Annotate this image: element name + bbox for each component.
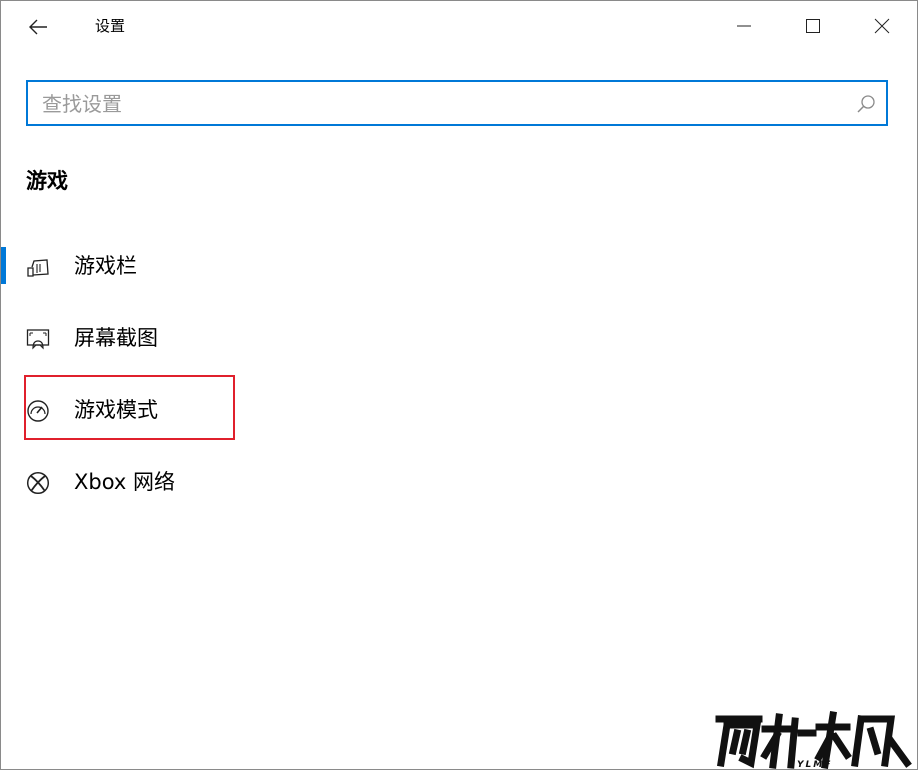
search-icon[interactable] bbox=[856, 94, 876, 114]
section-title: 游戏 bbox=[26, 169, 68, 193]
nav-item-label: Xbox 网络 bbox=[74, 470, 176, 494]
nav-item-screen-capture[interactable]: 屏幕截图 bbox=[1, 311, 301, 367]
nav-item-label: 屏幕截图 bbox=[74, 326, 158, 350]
selected-indicator bbox=[1, 247, 6, 284]
ylmf-watermark-logo: YLMF bbox=[715, 711, 912, 769]
watermark-sub: YLMF bbox=[797, 760, 832, 769]
minimize-icon bbox=[737, 25, 751, 27]
game-mode-icon bbox=[27, 400, 49, 422]
maximize-icon bbox=[806, 19, 820, 33]
screen-capture-icon bbox=[26, 329, 50, 350]
nav-item-game-mode[interactable]: 游戏模式 bbox=[1, 383, 301, 439]
title-bar: 设置 bbox=[1, 1, 917, 51]
nav-item-label: 游戏模式 bbox=[74, 398, 158, 422]
nav-item-xbox-network[interactable]: Xbox 网络 bbox=[1, 455, 301, 511]
search-input[interactable] bbox=[42, 90, 832, 118]
maximize-button[interactable] bbox=[790, 1, 836, 51]
window-title: 设置 bbox=[95, 17, 126, 35]
nav-item-game-bar[interactable]: 游戏栏 bbox=[1, 239, 301, 295]
back-arrow-icon bbox=[29, 19, 47, 35]
close-button[interactable] bbox=[859, 1, 905, 51]
game-bar-icon bbox=[27, 259, 49, 277]
back-button[interactable] bbox=[15, 11, 61, 43]
minimize-button[interactable] bbox=[721, 1, 767, 51]
xbox-icon bbox=[26, 471, 50, 495]
search-box[interactable] bbox=[26, 80, 888, 126]
settings-window: 设置 游戏 bbox=[0, 0, 918, 770]
close-icon bbox=[874, 18, 890, 34]
nav-item-label: 游戏栏 bbox=[74, 254, 137, 278]
